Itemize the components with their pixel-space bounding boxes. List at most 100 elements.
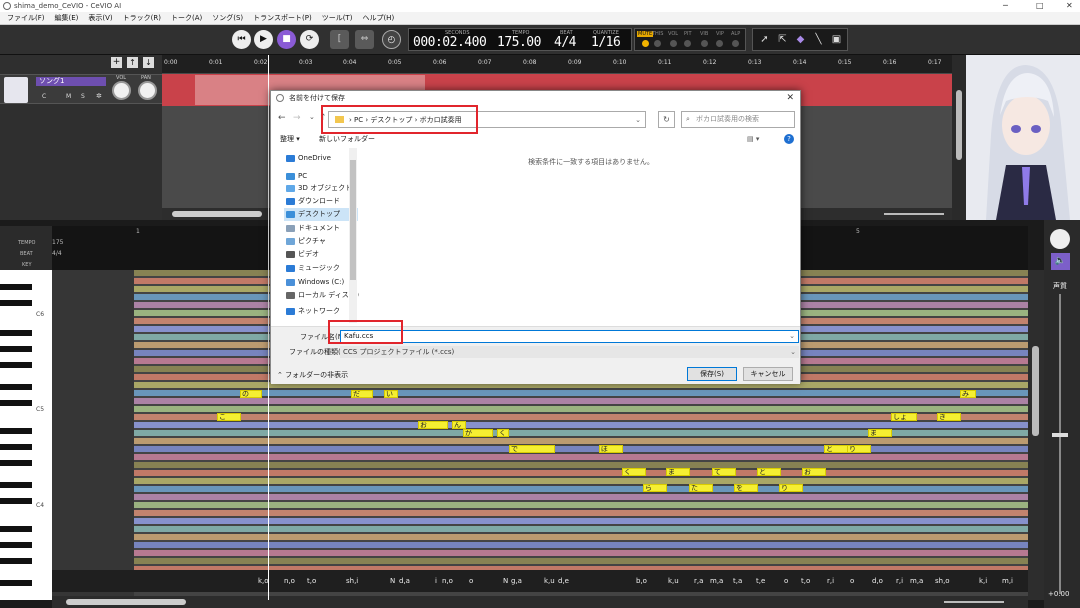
- black-key[interactable]: [0, 558, 32, 564]
- pan-knob[interactable]: [138, 81, 157, 100]
- track-c-button[interactable]: C: [42, 93, 46, 100]
- note[interactable]: い: [384, 390, 398, 398]
- black-key[interactable]: [0, 428, 32, 434]
- nav-item[interactable]: ビデオ: [284, 248, 358, 261]
- black-key[interactable]: [0, 362, 32, 368]
- note[interactable]: り: [779, 484, 803, 492]
- address-dropdown-icon[interactable]: ⌄: [635, 112, 641, 128]
- recent-chevron-icon[interactable]: ⌄: [309, 113, 315, 121]
- metronome-icon[interactable]: ◴: [382, 30, 401, 49]
- black-key[interactable]: [0, 384, 32, 390]
- nav-item[interactable]: ピクチャ: [284, 235, 358, 248]
- black-key[interactable]: [0, 400, 32, 406]
- black-key[interactable]: [0, 580, 32, 586]
- note[interactable]: く: [622, 468, 646, 476]
- menu-tools[interactable]: ツール(T): [317, 12, 358, 24]
- roll-h-scrollbar[interactable]: [52, 596, 1028, 608]
- nav-item[interactable]: Windows (C:): [284, 276, 358, 289]
- pen-line-icon[interactable]: ╲: [810, 32, 827, 48]
- view-icon[interactable]: ▤ ▾: [747, 132, 759, 146]
- record-icon[interactable]: [1050, 229, 1070, 249]
- nav-scrollbar[interactable]: [349, 148, 357, 323]
- organize-button[interactable]: 整理 ▾: [280, 132, 300, 146]
- minimize-button[interactable]: ─: [1003, 0, 1008, 12]
- filename-dropdown-icon[interactable]: ⌄: [789, 331, 795, 342]
- lamp-vol[interactable]: VOL: [668, 31, 678, 47]
- track-mute-button[interactable]: M: [66, 93, 71, 100]
- piano-keyboard[interactable]: C6 C5 C4: [0, 270, 52, 600]
- move-down-icon[interactable]: ↓: [143, 57, 154, 68]
- nav-item[interactable]: デスクトップ: [284, 208, 358, 221]
- forward-icon[interactable]: →: [293, 113, 301, 123]
- refresh-icon[interactable]: ↻: [658, 111, 675, 128]
- filename-input[interactable]: Kafu.ccs ⌄: [340, 330, 799, 343]
- cancel-button[interactable]: キャンセル: [743, 367, 793, 381]
- note[interactable]: ま: [868, 429, 892, 437]
- filetype-dropdown-icon[interactable]: ⌄: [790, 346, 796, 358]
- menu-talk[interactable]: トーク(A): [166, 12, 207, 24]
- play-icon[interactable]: ▶: [254, 30, 273, 49]
- note[interactable]: だ: [351, 390, 373, 398]
- note[interactable]: ま: [666, 468, 690, 476]
- quantize-value[interactable]: 1/16: [591, 35, 621, 50]
- note[interactable]: て: [712, 468, 736, 476]
- filetype-select[interactable]: CCS プロジェクトファイル (*.ccs) ⌄: [340, 346, 799, 358]
- loop-icon[interactable]: ⟳: [300, 30, 319, 49]
- help-icon[interactable]: ?: [784, 134, 794, 144]
- black-key[interactable]: [0, 482, 32, 488]
- beat-value-cell[interactable]: 4/4: [52, 250, 62, 257]
- black-key[interactable]: [0, 498, 32, 504]
- voice-quality-slider[interactable]: [1059, 294, 1061, 594]
- zoom-slider[interactable]: [944, 601, 1004, 603]
- nav-item[interactable]: ネットワーク: [284, 305, 358, 318]
- note[interactable]: を: [734, 484, 758, 492]
- rewind-icon[interactable]: ⏮: [232, 30, 251, 49]
- note[interactable]: お: [802, 468, 826, 476]
- scroll-thumb[interactable]: [350, 160, 356, 280]
- black-key[interactable]: [0, 284, 32, 290]
- lamp-vip[interactable]: VIP: [716, 31, 724, 47]
- playhead[interactable]: [268, 55, 269, 600]
- gear-icon[interactable]: ✲: [96, 92, 102, 100]
- lamp-pit[interactable]: PIT: [684, 31, 692, 47]
- black-key[interactable]: [0, 300, 32, 306]
- time-ruler[interactable]: 0:00 0:01 0:02 0:03 0:04 0:05 0:06 0:07 …: [162, 55, 952, 73]
- zoom-slider[interactable]: [884, 213, 944, 215]
- note[interactable]: お: [418, 421, 448, 429]
- move-up-icon[interactable]: ↑: [127, 57, 138, 68]
- save-button[interactable]: 保存(S): [687, 367, 737, 381]
- note[interactable]: み: [960, 390, 976, 398]
- lamp-mute[interactable]: MUTE: [637, 31, 654, 47]
- black-key[interactable]: [0, 460, 32, 466]
- nav-item[interactable]: ドキュメント: [284, 222, 358, 235]
- eraser-icon[interactable]: ◆: [792, 32, 809, 48]
- search-input[interactable]: ⌕ ボカロ試奏用の検索: [681, 111, 795, 128]
- scroll-thumb[interactable]: [1032, 346, 1039, 436]
- note[interactable]: き: [937, 413, 961, 421]
- nav-item[interactable]: ローカル ディスク (D: [284, 289, 359, 302]
- menu-help[interactable]: ヘルプ(H): [357, 12, 399, 24]
- lamp-alp[interactable]: ALP: [731, 31, 740, 47]
- note[interactable]: く: [497, 429, 509, 437]
- note[interactable]: こ: [217, 413, 241, 421]
- track-v-scrollbar[interactable]: [952, 55, 966, 220]
- multi-select-icon[interactable]: ⇱: [774, 32, 791, 48]
- maximize-button[interactable]: □: [1036, 0, 1044, 12]
- note[interactable]: で: [509, 445, 555, 453]
- black-key[interactable]: [0, 542, 32, 548]
- track-header[interactable]: ソング1 C M S ✲ VOL PAN: [0, 74, 162, 104]
- add-track-icon[interactable]: +: [111, 57, 122, 68]
- close-button[interactable]: ✕: [1066, 0, 1073, 12]
- note[interactable]: と: [824, 445, 848, 453]
- menu-view[interactable]: 表示(V): [83, 12, 117, 24]
- nav-item[interactable]: ミュージック: [284, 262, 358, 275]
- scroll-thumb[interactable]: [66, 599, 186, 605]
- note[interactable]: が: [463, 429, 493, 437]
- slider-thumb[interactable]: [1052, 433, 1068, 437]
- loop-start-icon[interactable]: [: [330, 30, 349, 49]
- note[interactable]: ら: [643, 484, 667, 492]
- close-icon[interactable]: ✕: [786, 91, 794, 105]
- stop-icon[interactable]: ■: [277, 30, 296, 49]
- back-icon[interactable]: ←: [278, 113, 286, 123]
- menu-transport[interactable]: トランスポート(P): [248, 12, 317, 24]
